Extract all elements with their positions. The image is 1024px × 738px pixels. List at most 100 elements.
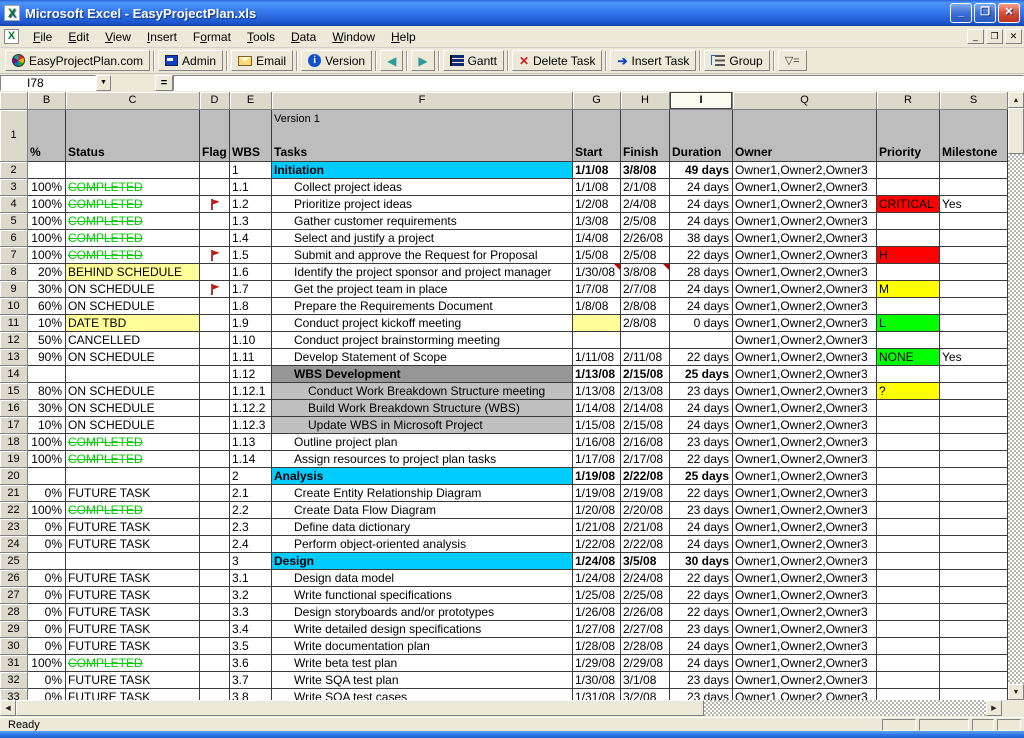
- cell-flag-10[interactable]: [200, 298, 230, 315]
- cell-wbs-30[interactable]: 3.5: [230, 638, 272, 655]
- cell-start-9[interactable]: 1/7/08: [573, 281, 621, 298]
- cell-status-4[interactable]: COMPLETED: [66, 196, 200, 213]
- cell-status-8[interactable]: BEHIND SCHEDULE: [66, 264, 200, 281]
- column-header-Q[interactable]: Q: [733, 92, 877, 110]
- cell-finish-18[interactable]: 2/16/08: [621, 434, 670, 451]
- cell-milestone-20[interactable]: [940, 468, 1008, 485]
- cell-wbs-27[interactable]: 3.2: [230, 587, 272, 604]
- cell-start-8[interactable]: 1/30/08: [573, 264, 621, 281]
- toolbar-version-button[interactable]: iVersion: [301, 50, 372, 71]
- cell-percent-10[interactable]: 60%: [28, 298, 66, 315]
- menu-tools[interactable]: Tools: [239, 27, 283, 47]
- cell-duration-15[interactable]: 23 days: [670, 383, 733, 400]
- row-header-33[interactable]: 33: [0, 689, 28, 700]
- menu-view[interactable]: View: [97, 27, 139, 47]
- cell-owner-30[interactable]: Owner1,Owner2,Owner3: [733, 638, 877, 655]
- cell-start-23[interactable]: 1/21/08: [573, 519, 621, 536]
- cell-percent-15[interactable]: 80%: [28, 383, 66, 400]
- row-header-4[interactable]: 4: [0, 196, 28, 213]
- cell-finish-10[interactable]: 2/8/08: [621, 298, 670, 315]
- cell-milestone-23[interactable]: [940, 519, 1008, 536]
- cell-milestone-9[interactable]: [940, 281, 1008, 298]
- cell-priority-28[interactable]: [877, 604, 940, 621]
- row-header-14[interactable]: 14: [0, 366, 28, 383]
- cell-milestone-21[interactable]: [940, 485, 1008, 502]
- cell-percent-8[interactable]: 20%: [28, 264, 66, 281]
- cell-flag-20[interactable]: [200, 468, 230, 485]
- header-cell-milestone[interactable]: Milestone: [940, 110, 1008, 162]
- row-header-7[interactable]: 7: [0, 247, 28, 264]
- cell-duration-24[interactable]: 24 days: [670, 536, 733, 553]
- cell-duration-27[interactable]: 22 days: [670, 587, 733, 604]
- cell-start-33[interactable]: 1/31/08: [573, 689, 621, 700]
- cell-task-13[interactable]: Develop Statement of Scope: [272, 349, 573, 366]
- cell-owner-8[interactable]: Owner1,Owner2,Owner3: [733, 264, 877, 281]
- cell-task-19[interactable]: Assign resources to project plan tasks: [272, 451, 573, 468]
- cell-wbs-22[interactable]: 2.2: [230, 502, 272, 519]
- cell-finish-27[interactable]: 2/25/08: [621, 587, 670, 604]
- cell-status-23[interactable]: FUTURE TASK: [66, 519, 200, 536]
- cell-wbs-13[interactable]: 1.11: [230, 349, 272, 366]
- cell-status-31[interactable]: COMPLETED: [66, 655, 200, 672]
- row-header-6[interactable]: 6: [0, 230, 28, 247]
- cell-status-19[interactable]: COMPLETED: [66, 451, 200, 468]
- cell-wbs-20[interactable]: 2: [230, 468, 272, 485]
- cell-duration-33[interactable]: 23 days: [670, 689, 733, 700]
- cell-status-10[interactable]: ON SCHEDULE: [66, 298, 200, 315]
- column-header-F[interactable]: F: [272, 92, 573, 110]
- cell-status-29[interactable]: FUTURE TASK: [66, 621, 200, 638]
- cell-status-21[interactable]: FUTURE TASK: [66, 485, 200, 502]
- cell-duration-31[interactable]: 24 days: [670, 655, 733, 672]
- cell-milestone-17[interactable]: [940, 417, 1008, 434]
- cell-flag-22[interactable]: [200, 502, 230, 519]
- cell-start-30[interactable]: 1/28/08: [573, 638, 621, 655]
- cell-task-21[interactable]: Create Entity Relationship Diagram: [272, 485, 573, 502]
- cell-owner-13[interactable]: Owner1,Owner2,Owner3: [733, 349, 877, 366]
- cell-task-31[interactable]: Write beta test plan: [272, 655, 573, 672]
- cell-duration-17[interactable]: 24 days: [670, 417, 733, 434]
- cell-finish-13[interactable]: 2/11/08: [621, 349, 670, 366]
- cell-finish-3[interactable]: 2/1/08: [621, 179, 670, 196]
- cell-finish-22[interactable]: 2/20/08: [621, 502, 670, 519]
- cell-duration-28[interactable]: 22 days: [670, 604, 733, 621]
- cell-priority-2[interactable]: [877, 162, 940, 179]
- cell-percent-29[interactable]: 0%: [28, 621, 66, 638]
- cell-start-24[interactable]: 1/22/08: [573, 536, 621, 553]
- cell-percent-26[interactable]: 0%: [28, 570, 66, 587]
- cell-owner-23[interactable]: Owner1,Owner2,Owner3: [733, 519, 877, 536]
- cell-flag-15[interactable]: [200, 383, 230, 400]
- cell-priority-29[interactable]: [877, 621, 940, 638]
- cell-start-7[interactable]: 1/5/08: [573, 247, 621, 264]
- cell-percent-23[interactable]: 0%: [28, 519, 66, 536]
- cell-status-25[interactable]: [66, 553, 200, 570]
- cell-priority-11[interactable]: L: [877, 315, 940, 332]
- cell-percent-2[interactable]: [28, 162, 66, 179]
- cell-wbs-32[interactable]: 3.7: [230, 672, 272, 689]
- cell-task-20[interactable]: Analysis: [272, 468, 573, 485]
- cell-wbs-7[interactable]: 1.5: [230, 247, 272, 264]
- cell-duration-26[interactable]: 22 days: [670, 570, 733, 587]
- cell-task-4[interactable]: Prioritize project ideas: [272, 196, 573, 213]
- row-header-18[interactable]: 18: [0, 434, 28, 451]
- cell-duration-14[interactable]: 25 days: [670, 366, 733, 383]
- row-header-25[interactable]: 25: [0, 553, 28, 570]
- cell-priority-22[interactable]: [877, 502, 940, 519]
- cell-status-20[interactable]: [66, 468, 200, 485]
- cell-milestone-27[interactable]: [940, 587, 1008, 604]
- cell-status-30[interactable]: FUTURE TASK: [66, 638, 200, 655]
- row-header-15[interactable]: 15: [0, 383, 28, 400]
- cell-wbs-16[interactable]: 1.12.2: [230, 400, 272, 417]
- cell-start-4[interactable]: 1/2/08: [573, 196, 621, 213]
- row-header-32[interactable]: 32: [0, 672, 28, 689]
- cell-task-23[interactable]: Define data dictionary: [272, 519, 573, 536]
- header-cell-finish[interactable]: Finish: [621, 110, 670, 162]
- cell-wbs-29[interactable]: 3.4: [230, 621, 272, 638]
- cell-flag-3[interactable]: [200, 179, 230, 196]
- cell-duration-4[interactable]: 24 days: [670, 196, 733, 213]
- scroll-down-icon[interactable]: ▼: [1008, 684, 1024, 700]
- cell-status-12[interactable]: CANCELLED: [66, 332, 200, 349]
- cell-owner-18[interactable]: Owner1,Owner2,Owner3: [733, 434, 877, 451]
- cell-priority-14[interactable]: [877, 366, 940, 383]
- toolbar-gantt-button[interactable]: Gantt: [443, 50, 504, 71]
- cell-status-26[interactable]: FUTURE TASK: [66, 570, 200, 587]
